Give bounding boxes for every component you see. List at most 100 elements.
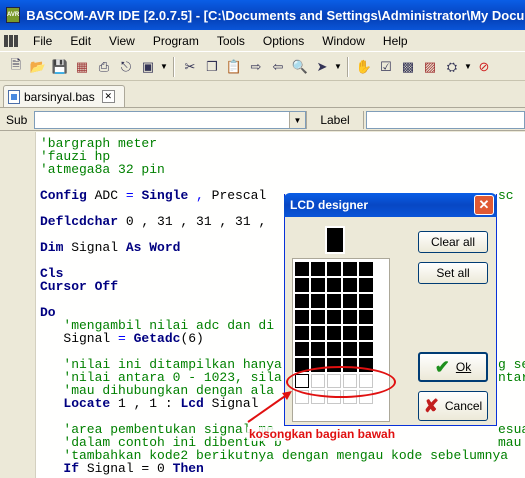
menu-options[interactable]: Options: [254, 32, 313, 50]
chevron-down-icon[interactable]: ▼: [289, 112, 305, 128]
close-icon[interactable]: ✕: [474, 195, 494, 215]
window-title-bar: AVR BASCOM-AVR IDE [2.0.7.5] - [C:\Docum…: [0, 0, 525, 30]
toolbar: 🗎 📂 💾 ▦ ⎙ ⎋ ▣ ▼ ✂ ❐ 📋 ⇨ ⇦ 🔍 ➤ ▼ ✋ ☑ ▩ ▨ …: [0, 53, 525, 81]
tab-label: barsinyal.bas: [24, 89, 95, 104]
save-icon[interactable]: 💾: [50, 57, 70, 77]
tab-barsinyal[interactable]: barsinyal.bas ✕: [3, 85, 125, 107]
menu-window[interactable]: Window: [313, 32, 374, 50]
menu-bar: File Edit View Program Tools Options Win…: [0, 30, 525, 52]
copy-icon[interactable]: ❐: [202, 57, 222, 77]
lcd-pixel[interactable]: [295, 262, 309, 276]
code-line: Locate 1 , 1 : Lcd Signal: [63, 396, 259, 411]
check-icon: ✔: [434, 356, 450, 377]
chip-icon[interactable]: ▩: [398, 57, 418, 77]
chip-settings-icon[interactable]: ⛭: [442, 57, 462, 77]
code-line: Config ADC = Single , Prescal: [40, 188, 267, 203]
lcd-pixel[interactable]: [327, 342, 341, 356]
code-fragment: ntar: [498, 370, 525, 385]
close-icon[interactable]: ✕: [101, 90, 115, 103]
print-preview-icon[interactable]: ⎋: [116, 57, 136, 77]
char-preview: [325, 226, 345, 254]
lcd-pixel[interactable]: [359, 262, 373, 276]
menu-program[interactable]: Program: [144, 32, 208, 50]
chevron-down-icon[interactable]: ▼: [334, 62, 342, 71]
lcd-pixel[interactable]: [343, 310, 357, 324]
document-icon[interactable]: [4, 34, 20, 48]
lcd-pixel[interactable]: [295, 310, 309, 324]
ok-button[interactable]: ✔ Ok: [418, 352, 488, 382]
lcd-pixel[interactable]: [343, 326, 357, 340]
find-next-icon[interactable]: ➤: [312, 57, 332, 77]
lcd-pixel[interactable]: [311, 262, 325, 276]
open-folder-icon[interactable]: 📂: [28, 57, 48, 77]
lcd-pixel[interactable]: [311, 278, 325, 292]
sub-label-bar: Sub ▼ Label: [0, 109, 525, 131]
lcd-pixel[interactable]: [295, 278, 309, 292]
cut-icon[interactable]: ✂: [180, 57, 200, 77]
stop-icon[interactable]: ⊘: [474, 57, 494, 77]
lcd-pixel[interactable]: [327, 310, 341, 324]
code-line: If Signal = 0 Then: [63, 461, 204, 476]
dialog-title: LCD designer: [290, 198, 369, 212]
lcd-pixel[interactable]: [359, 294, 373, 308]
lcd-pixel[interactable]: [343, 342, 357, 356]
file-tab-strip: barsinyal.bas ✕: [0, 82, 525, 108]
highlight-ellipse: [286, 366, 396, 398]
basic-file-icon: [8, 89, 20, 104]
code-line: Deflcdchar 0 , 31 , 31 , 31 ,: [40, 214, 267, 229]
save-all-icon[interactable]: ▦: [72, 57, 92, 77]
ok-label: Ok: [455, 360, 472, 374]
lcd-pixel[interactable]: [311, 310, 325, 324]
cross-icon: ✘: [423, 395, 439, 416]
menu-file[interactable]: File: [24, 32, 61, 50]
chevron-down-icon[interactable]: ▼: [160, 62, 168, 71]
lcd-pixel[interactable]: [343, 262, 357, 276]
lcd-pixel[interactable]: [343, 278, 357, 292]
lcd-pixel[interactable]: [311, 294, 325, 308]
lcd-pixel[interactable]: [327, 326, 341, 340]
compile-icon[interactable]: ☑: [376, 57, 396, 77]
lcd-pixel[interactable]: [327, 294, 341, 308]
lcd-pixel[interactable]: [359, 310, 373, 324]
clear-all-button[interactable]: Clear all: [418, 231, 488, 253]
lcd-pixel[interactable]: [295, 342, 309, 356]
program-chip-icon[interactable]: ▨: [420, 57, 440, 77]
code-fragment: mau: [498, 435, 522, 450]
new-file-icon[interactable]: 🗎: [6, 57, 26, 77]
sub-select[interactable]: ▼: [34, 111, 306, 129]
menu-view[interactable]: View: [100, 32, 144, 50]
code-line: Cursor Off: [40, 279, 119, 294]
print-icon[interactable]: ⎙: [94, 57, 114, 77]
unindent-icon[interactable]: ⇦: [268, 57, 288, 77]
indent-icon[interactable]: ⇨: [246, 57, 266, 77]
lcd-pixel[interactable]: [359, 326, 373, 340]
close-file-icon[interactable]: ▣: [138, 57, 158, 77]
hand-icon[interactable]: ✋: [354, 57, 374, 77]
code-line: Dim Signal As Word: [40, 240, 181, 255]
label-button[interactable]: Label: [306, 111, 364, 129]
editor-gutter: [0, 132, 36, 478]
cancel-label: Cancel: [444, 399, 483, 413]
lcd-pixel[interactable]: [327, 262, 341, 276]
annotation-text: kosongkan bagian bawah: [247, 427, 398, 441]
lcd-pixel[interactable]: [311, 326, 325, 340]
label-field[interactable]: [366, 111, 525, 129]
set-all-button[interactable]: Set all: [418, 262, 488, 284]
search-icon[interactable]: 🔍: [290, 57, 310, 77]
cancel-button[interactable]: ✘ Cancel: [418, 391, 488, 421]
menu-tools[interactable]: Tools: [208, 32, 254, 50]
sub-label: Sub: [6, 113, 28, 127]
lcd-pixel[interactable]: [295, 294, 309, 308]
lcd-pixel[interactable]: [343, 294, 357, 308]
dialog-title-bar: LCD designer ✕: [284, 193, 497, 217]
lcd-pixel[interactable]: [295, 326, 309, 340]
menu-edit[interactable]: Edit: [61, 32, 100, 50]
lcd-pixel[interactable]: [359, 342, 373, 356]
code-line: 'atmega8a 32 pin: [40, 162, 165, 177]
lcd-pixel[interactable]: [327, 278, 341, 292]
menu-help[interactable]: Help: [374, 32, 417, 50]
lcd-pixel[interactable]: [359, 278, 373, 292]
lcd-pixel[interactable]: [311, 342, 325, 356]
paste-icon[interactable]: 📋: [224, 57, 244, 77]
chevron-down-icon[interactable]: ▼: [464, 62, 472, 71]
